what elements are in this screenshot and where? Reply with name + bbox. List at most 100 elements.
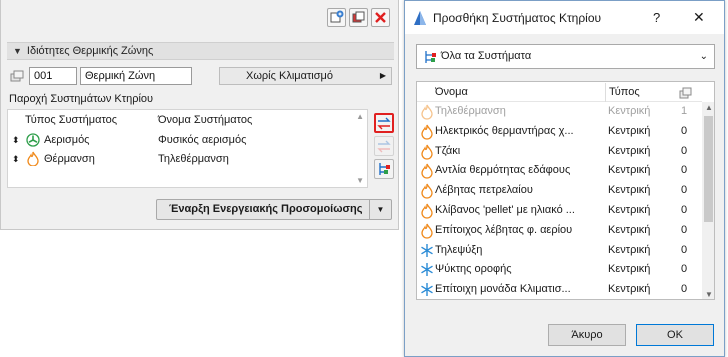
system-name: Τηλεψύξη [435, 243, 483, 256]
system-name: Τηλεθέρμανση [435, 105, 506, 117]
scroll-down-icon[interactable]: ▼ [705, 290, 713, 299]
system-count: 0 [681, 144, 688, 157]
system-count: 0 [681, 243, 688, 256]
systems-list: Όνομα Τύπος Τηλεθέρμανση Κεντρική 1 Ηλεκτρι… [416, 81, 715, 300]
table-row[interactable]: ⬍ Αερισμός Φυσικός αερισμός [8, 131, 367, 149]
zone-name-field[interactable]: Θερμική Ζώνη [80, 67, 192, 85]
app-logo-icon [414, 11, 426, 25]
flame-icon [27, 151, 39, 166]
add-building-system-button[interactable] [374, 113, 394, 133]
help-button[interactable]: ? [653, 10, 660, 25]
building-systems-table: Τύπος Συστήματος Όνομα Συστήματος ⬍ Αερι… [7, 109, 368, 188]
system-settings-button[interactable] [374, 159, 394, 179]
collapse-arrow-icon: ▼ [13, 46, 22, 56]
system-type: Κεντρική [608, 263, 651, 276]
flame-icon [421, 164, 433, 179]
replace-system-button[interactable] [374, 136, 394, 156]
system-name: Τζάκι [435, 144, 461, 157]
system-tree-icon [425, 51, 436, 63]
system-type: Κεντρική [608, 144, 651, 157]
add-zone-icon [330, 10, 344, 23]
system-type: Κεντρική [608, 105, 651, 117]
zone-stack-icon [10, 70, 24, 82]
system-name: Επίτοιχη μονάδα Κλιματισ... [435, 283, 571, 296]
table-row[interactable]: ⬍ Θέρμανση Τηλεθέρμανση [8, 150, 367, 168]
flame-icon [421, 144, 433, 160]
scrollbar-thumb[interactable] [704, 116, 713, 222]
list-scrollbar[interactable]: ▲ ▼ [702, 102, 714, 299]
system-type: Κεντρική [608, 124, 651, 137]
copy-zone-toolbar-button[interactable] [349, 8, 368, 27]
delete-zone-toolbar-button[interactable] [371, 8, 390, 27]
system-type: Κεντρική [608, 184, 651, 197]
scroll-up-icon[interactable]: ▲ [356, 112, 364, 121]
table-header: Τύπος Συστήματος Όνομα Συστήματος [8, 111, 367, 129]
system-type: Κεντρική [608, 164, 651, 177]
system-filter-dropdown[interactable]: Όλα τα Συστήματα ⌄ [416, 44, 715, 69]
system-count: 0 [681, 164, 688, 177]
list-item[interactable]: Αντλία θερμότητας εδάφους Κεντρική 0 [417, 161, 702, 180]
hvac-selector[interactable]: Χωρίς Κλιματισμό ▶ [219, 67, 392, 85]
system-name: Λέβητας πετρελαίου [435, 184, 533, 197]
list-item[interactable]: Τηλεψύξη Κεντρική 0 [417, 241, 702, 260]
system-type: Κεντρική [608, 223, 651, 236]
list-header: Όνομα Τύπος [417, 83, 702, 102]
add-system-arrows-icon [377, 117, 391, 130]
column-header-system-type[interactable]: Τύπος Συστήματος [25, 111, 117, 129]
list-item[interactable]: Ψύκτης οροφής Κεντρική 0 [417, 260, 702, 279]
system-count: 0 [681, 124, 688, 137]
list-item[interactable]: Επίτοιχος λέβητας φ. αερίου Κεντρική 0 [417, 221, 702, 240]
system-type: Κεντρική [608, 283, 651, 296]
add-system-toolbar-button[interactable] [327, 8, 346, 27]
start-energy-simulation-button[interactable]: Έναρξη Ενεργειακής Προσομοίωσης ▼ [156, 199, 392, 220]
flame-icon [421, 124, 433, 140]
system-count: 0 [681, 204, 688, 216]
thermal-zone-panel: ▼ Ιδιότητες Θερμικής Ζώνης 001 Θερμική Ζώ… [0, 0, 399, 230]
flame-icon [421, 183, 433, 199]
zone-properties-header[interactable]: ▼ Ιδιότητες Θερμικής Ζώνης [7, 42, 394, 60]
system-count: 0 [681, 263, 688, 276]
ok-button[interactable]: OK [636, 324, 714, 346]
system-count: 0 [681, 223, 688, 236]
ventilation-icon [26, 133, 40, 147]
chevron-down-icon: ⌄ [699, 51, 708, 62]
snowflake-icon [421, 263, 433, 277]
list-item[interactable]: Τζάκι Κεντρική 0 [417, 142, 702, 161]
list-item[interactable]: Λέβητας πετρελαίου Κεντρική 0 [417, 181, 702, 200]
system-name: Ψύκτης οροφής [435, 263, 512, 276]
list-item[interactable]: Ηλεκτρικός θερμαντήρας χ... Κεντρική 0 [417, 122, 702, 141]
system-name: Ηλεκτρικός θερμαντήρας χ... [435, 124, 574, 137]
system-type: Κεντρική [608, 243, 651, 256]
system-type: Κεντρική [608, 204, 651, 216]
list-item[interactable]: Τηλεθέρμανση Κεντρική 1 [417, 102, 702, 121]
scroll-up-icon[interactable]: ▲ [705, 103, 713, 112]
expand-arrow-icon: ▶ [379, 71, 386, 80]
list-item[interactable]: Κλίβανος 'pellet' με ηλιακό ... Κεντρική 0 [417, 201, 702, 220]
zone-copy-icon [352, 11, 365, 23]
flame-icon [421, 203, 433, 219]
column-header-system-name[interactable]: Όνομα Συστήματος [158, 111, 252, 129]
system-count: 0 [681, 283, 688, 296]
snowflake-icon [421, 283, 433, 297]
system-name: Επίτοιχος λέβητας φ. αερίου [435, 223, 573, 236]
cancel-button[interactable]: Άκυρο [548, 324, 626, 346]
flame-icon [421, 104, 433, 120]
delete-x-icon [375, 12, 386, 23]
list-item[interactable]: Επίτοιχη μονάδα Κλιματισ... Κεντρική 0 [417, 280, 702, 299]
dropdown-arrow-icon[interactable]: ▼ [369, 200, 391, 219]
system-tree-icon [379, 163, 390, 175]
zone-number-field[interactable]: 001 [29, 67, 77, 85]
system-name: Κλίβανος 'pellet' με ηλιακό ... [435, 204, 575, 216]
column-header-name[interactable]: Όνομα [435, 83, 608, 102]
system-count: 1 [681, 105, 688, 117]
swap-arrows-icon [377, 140, 391, 153]
drag-handle-icon[interactable]: ⬍ [12, 131, 20, 149]
column-header-type[interactable]: Τύπος [605, 83, 640, 102]
dialog-titlebar[interactable]: Προσθήκη Συστήματος Κτηρίου ? ✕ [405, 1, 724, 34]
scroll-down-icon[interactable]: ▼ [356, 176, 364, 185]
dialog-title: Προσθήκη Συστήματος Κτηρίου [433, 11, 602, 25]
close-button[interactable]: ✕ [693, 9, 705, 26]
drag-handle-icon[interactable]: ⬍ [12, 150, 20, 168]
add-building-system-dialog: Προσθήκη Συστήματος Κτηρίου ? ✕ Όλα τα Σ… [404, 0, 725, 357]
system-name: Αντλία θερμότητας εδάφους [435, 164, 571, 177]
